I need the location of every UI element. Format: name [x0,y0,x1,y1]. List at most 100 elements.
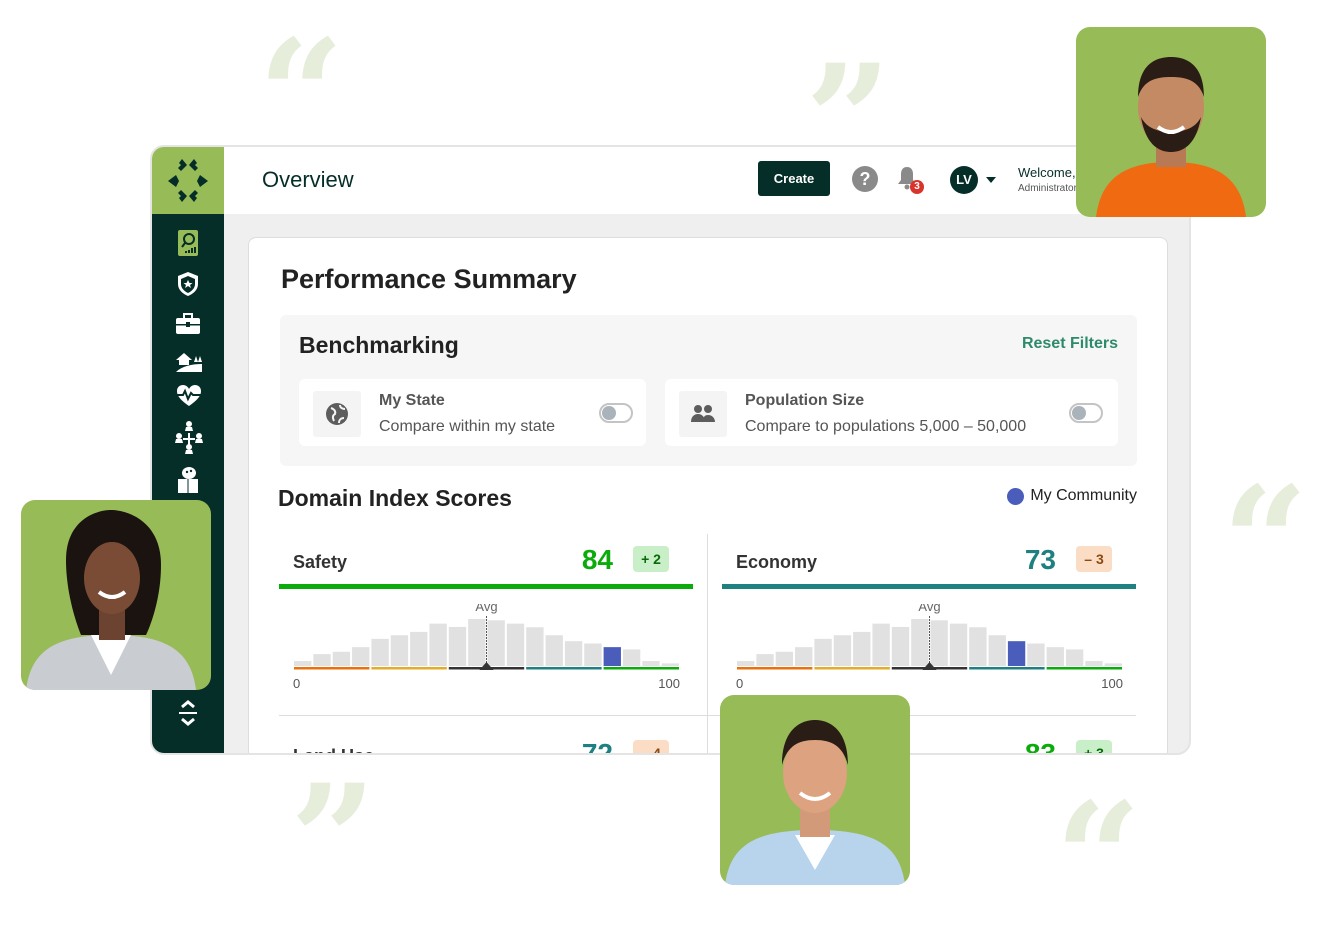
app-logo[interactable] [152,147,224,214]
scale-segment [1046,667,1122,670]
population-size-toggle[interactable] [1069,403,1103,423]
histogram-bar [775,651,794,666]
histogram-bar [429,623,447,666]
histogram-bar [872,623,890,666]
create-button[interactable]: Create [758,161,830,196]
histogram-bar [468,619,486,666]
testimonial-photo [21,500,211,690]
histogram-bar [1104,663,1122,666]
histogram-bar [313,654,331,666]
scale-segment [814,667,890,670]
histogram-bar [526,627,544,666]
welcome-text: Welcome, [1018,165,1076,180]
user-role: Administrator [1018,183,1077,194]
chevron-down-icon[interactable] [986,177,996,183]
histogram-bar [891,626,910,666]
histogram-bar [833,635,852,666]
histogram-bar [564,641,583,666]
histogram-bar [622,649,641,666]
change-badge: + 2 [633,546,669,572]
legend-swatch [1007,487,1025,505]
benchmarking-title: Benchmarking [299,332,459,358]
page-title: Overview [262,167,354,192]
histogram-bar [756,654,774,666]
scale-segment [371,667,447,670]
axis-min: 0 [736,676,743,691]
axis-max: 100 [658,676,680,691]
avg-label: Avg [475,604,497,614]
histogram-bar [584,643,602,666]
briefcase-icon[interactable] [174,311,202,337]
histogram-bar [545,635,563,666]
distribution-histogram: Avg 0 100 [736,604,1123,691]
avatar[interactable]: LV [950,166,978,194]
people-network-icon[interactable] [174,420,203,454]
domain-score: 73 [1024,544,1056,575]
histogram-bar [1085,661,1103,666]
histogram-bar [506,623,525,666]
scale-segment [969,667,1045,670]
histogram-bar [352,647,370,666]
notification-bell-icon[interactable]: 3 [896,165,924,197]
domain-score: 72 [581,738,613,755]
expand-collapse-icon[interactable] [174,699,202,726]
histogram-bar [642,661,660,666]
filter-title: Population Size [745,392,865,409]
domain-card-land-use[interactable]: Land Use 72 – 4 [279,728,693,755]
notification-count-badge: 3 [910,180,924,194]
histogram-bar [988,635,1006,666]
domain-card-safety[interactable]: Safety 84 + 2 Avg 0 100 [279,534,693,704]
app-window: Overview Create ? 3 LV Welcome, Administ… [150,145,1191,755]
house-landscape-icon[interactable] [174,348,202,374]
quote-mark-decoration: “ [1222,454,1309,630]
top-header: Overview Create ? 3 LV Welcome, Administ… [224,147,1189,214]
domain-color-bar [722,584,1136,589]
my-state-toggle[interactable] [599,403,633,423]
scale-segment [603,667,679,670]
legend: My Community [1007,487,1137,505]
histogram-bar [410,631,428,666]
histogram-bar [371,638,389,666]
axis-max: 100 [1101,676,1123,691]
filter-title: My State [379,392,445,409]
histogram-bar [390,635,409,666]
quote-mark-decoration: “ [1055,770,1142,946]
domain-score: 84 [581,544,613,575]
scale-segment [737,667,813,670]
domain-score: 83 [1024,738,1056,755]
domain-scores-title: Domain Index Scores [278,485,512,511]
search-chart-icon[interactable] [178,230,198,256]
histogram-bar [332,651,351,666]
globe-icon [313,391,361,437]
change-badge: + 3 [1076,740,1112,753]
histogram-bar [795,647,813,666]
help-icon[interactable]: ? [852,166,878,192]
quote-mark-decoration: ” [290,752,377,928]
histogram-bar [1027,643,1045,666]
histogram-bar [294,661,312,666]
histogram-bar [661,663,679,666]
divider [279,715,1136,716]
histogram-bar [1065,649,1084,666]
filter-population-size: Population Size Compare to populations 5… [665,379,1118,446]
scale-segment [294,667,370,670]
distribution-histogram: Avg 0 100 [293,604,680,691]
shield-star-icon[interactable] [174,270,202,296]
people-icon [679,391,727,437]
domain-name: Economy [736,552,818,572]
change-badge: – 4 [633,740,669,753]
change-badge: – 3 [1076,546,1112,572]
histogram-bar [1007,641,1026,666]
divider [707,534,708,753]
histogram-bar [911,619,929,666]
domain-name: Land Use [293,746,374,753]
palette-book-icon[interactable] [174,465,202,495]
reset-filters-link[interactable]: Reset Filters [1022,335,1118,353]
histogram-bar [1046,647,1064,666]
domain-card-economy[interactable]: Economy 73 – 3 Avg 0 100 [722,534,1136,704]
histogram-bar [930,620,948,666]
histogram-bar [487,620,505,666]
testimonial-photo [1076,27,1266,217]
heart-pulse-icon[interactable] [174,382,204,408]
avg-label: Avg [918,604,940,614]
